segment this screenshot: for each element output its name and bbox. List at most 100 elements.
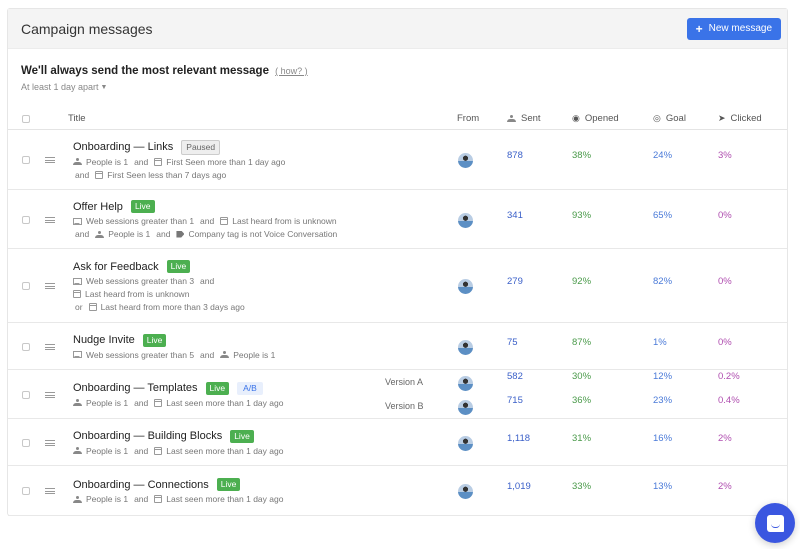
sent-count[interactable]: 582 — [507, 371, 523, 382]
opened-rate[interactable]: 33% — [572, 481, 591, 492]
drag-handle-icon[interactable] — [45, 439, 55, 446]
sender-avatar[interactable] — [458, 435, 473, 451]
table-row[interactable]: Nudge Invite Live Web sessions greater tha… — [8, 323, 787, 370]
people-icon — [73, 446, 82, 455]
goal-rate[interactable]: 16% — [653, 433, 672, 444]
rule-conjunction: and — [75, 169, 90, 180]
opened-rate[interactable]: 87% — [572, 337, 591, 348]
audience-rule-line: Web sessions greater than 1 and Last heard… — [73, 215, 337, 228]
column-goal[interactable]: ◎ Goal — [653, 113, 686, 124]
sent-count[interactable]: 1,118 — [507, 433, 530, 444]
column-opened[interactable]: ◉ Opened — [572, 113, 619, 124]
sender-avatar[interactable] — [458, 484, 473, 499]
select-all-checkbox[interactable] — [22, 115, 30, 123]
goal-rate[interactable]: 1% — [653, 337, 667, 348]
clicked-rate[interactable]: 0% — [718, 337, 732, 348]
sender-avatar[interactable] — [458, 339, 473, 355]
sent-count[interactable]: 341 — [507, 210, 523, 221]
column-from[interactable]: From — [457, 113, 479, 124]
message-title[interactable]: Ask for Feedback — [73, 261, 159, 273]
message-title-line: Onboarding — Templates Live A/B — [73, 380, 283, 396]
row-checkbox[interactable] — [22, 282, 30, 290]
row-checkbox[interactable] — [22, 390, 30, 399]
clicked-rate[interactable]: 0.2% — [718, 371, 740, 382]
subhead-title: We'll always send the most relevant mess… — [21, 65, 787, 77]
sent-count[interactable]: 75 — [507, 337, 518, 348]
table-row[interactable]: Onboarding — Templates Live A/B People is 1… — [8, 370, 787, 419]
sender-avatar[interactable] — [458, 153, 473, 168]
sent-count[interactable]: 715 — [507, 395, 523, 406]
table-row[interactable]: Onboarding — Connections Live People is 1 a… — [8, 466, 787, 516]
sender-avatar[interactable] — [458, 212, 473, 228]
message-title[interactable]: Onboarding — Links — [73, 141, 173, 153]
clicked-rate[interactable]: 3% — [718, 150, 732, 161]
status-badge: Live — [166, 260, 191, 273]
goal-rate[interactable]: 13% — [653, 481, 672, 492]
opened-rate[interactable]: 31% — [572, 433, 591, 444]
drag-handle-icon[interactable] — [45, 157, 55, 163]
goal-rate[interactable]: 12% — [653, 371, 672, 382]
message-title-line: Offer Help Live — [73, 199, 337, 215]
new-message-button[interactable]: + New message — [686, 17, 781, 40]
drag-handle-icon[interactable] — [45, 283, 55, 289]
opened-rate[interactable]: 38% — [572, 150, 591, 161]
row-checkbox[interactable] — [22, 215, 30, 224]
row-checkbox[interactable] — [22, 342, 30, 351]
goal-rate[interactable]: 82% — [653, 276, 672, 287]
calendar-icon — [95, 170, 104, 179]
column-sent[interactable]: Sent — [507, 113, 541, 124]
drag-handle-icon[interactable] — [45, 216, 55, 223]
message-title[interactable]: Onboarding — Building Blocks — [73, 430, 222, 442]
message-title[interactable]: Onboarding — Templates — [73, 382, 198, 394]
drag-handle-icon[interactable] — [45, 488, 55, 494]
message-title[interactable]: Offer Help — [73, 201, 123, 213]
goal-rate[interactable]: 24% — [653, 150, 672, 161]
sender-avatar[interactable] — [458, 375, 473, 391]
message-title[interactable]: Onboarding — Connections — [73, 479, 209, 491]
table-row[interactable]: Onboarding — Building Blocks Live People i… — [8, 419, 787, 466]
goal-rate[interactable]: 23% — [653, 395, 672, 406]
how-link[interactable]: ( how? ) — [275, 66, 308, 76]
audience-rule-line: and First Seen less than 7 days ago — [73, 168, 285, 181]
audience-rule-line: Web sessions greater than 3 and — [73, 275, 245, 288]
messenger-launcher[interactable] — [755, 503, 795, 543]
clicked-rate[interactable]: 0.4% — [718, 395, 740, 406]
opened-rate[interactable]: 93% — [572, 210, 591, 221]
rule-text: Web sessions greater than 5 — [86, 349, 195, 360]
sent-count[interactable]: 878 — [507, 150, 523, 161]
rule-text: Company tag is not Voice Conversation — [188, 229, 338, 239]
opened-rate[interactable]: 92% — [572, 276, 591, 287]
goal-rate[interactable]: 65% — [653, 210, 672, 221]
clicked-rate[interactable]: 2% — [718, 481, 732, 492]
column-title[interactable]: Title — [68, 113, 86, 124]
message-title[interactable]: Nudge Invite — [73, 334, 135, 346]
row-checkbox[interactable] — [22, 156, 30, 164]
audience-rule-line: People is 1 and Last seen more than 1 day … — [73, 396, 283, 409]
opened-rate[interactable]: 36% — [572, 395, 591, 406]
column-opened-label: Opened — [584, 113, 619, 124]
table-row[interactable]: Onboarding — Links Paused People is 1 and Fi… — [8, 130, 787, 190]
sender-avatar[interactable] — [458, 279, 473, 294]
row-checkbox[interactable] — [22, 438, 30, 447]
clicked-rate[interactable]: 2% — [718, 433, 732, 444]
column-clicked[interactable]: ➤ Clicked — [718, 113, 762, 124]
drag-handle-icon[interactable] — [45, 343, 55, 350]
sender-avatar[interactable] — [458, 399, 473, 415]
table-row[interactable]: Offer Help Live Web sessions greater than … — [8, 190, 787, 249]
rule-text: Last seen more than 1 day ago — [166, 397, 284, 408]
table-row[interactable]: Ask for Feedback Live Web sessions greater… — [8, 249, 787, 323]
rule-text: People is 1 — [86, 156, 129, 167]
campaign-card: Campaign messages + New message We'll al… — [7, 8, 788, 516]
sent-count[interactable]: 279 — [507, 276, 523, 287]
calendar-icon — [154, 398, 163, 407]
frequency-dropdown[interactable]: At least 1 day apart ▼ — [21, 82, 107, 92]
opened-rate[interactable]: 30% — [572, 371, 591, 382]
audience-rule-line: People is 1 and Last seen more than 1 day … — [73, 493, 283, 506]
row-checkbox[interactable] — [22, 487, 30, 495]
sent-count[interactable]: 1,019 — [507, 481, 531, 492]
message-title-line: Onboarding — Connections Live — [73, 477, 283, 493]
drag-handle-icon[interactable] — [45, 391, 55, 398]
clicked-rate[interactable]: 0% — [718, 210, 732, 221]
clicked-rate[interactable]: 0% — [718, 276, 732, 287]
rule-conjunction: and — [134, 397, 149, 408]
